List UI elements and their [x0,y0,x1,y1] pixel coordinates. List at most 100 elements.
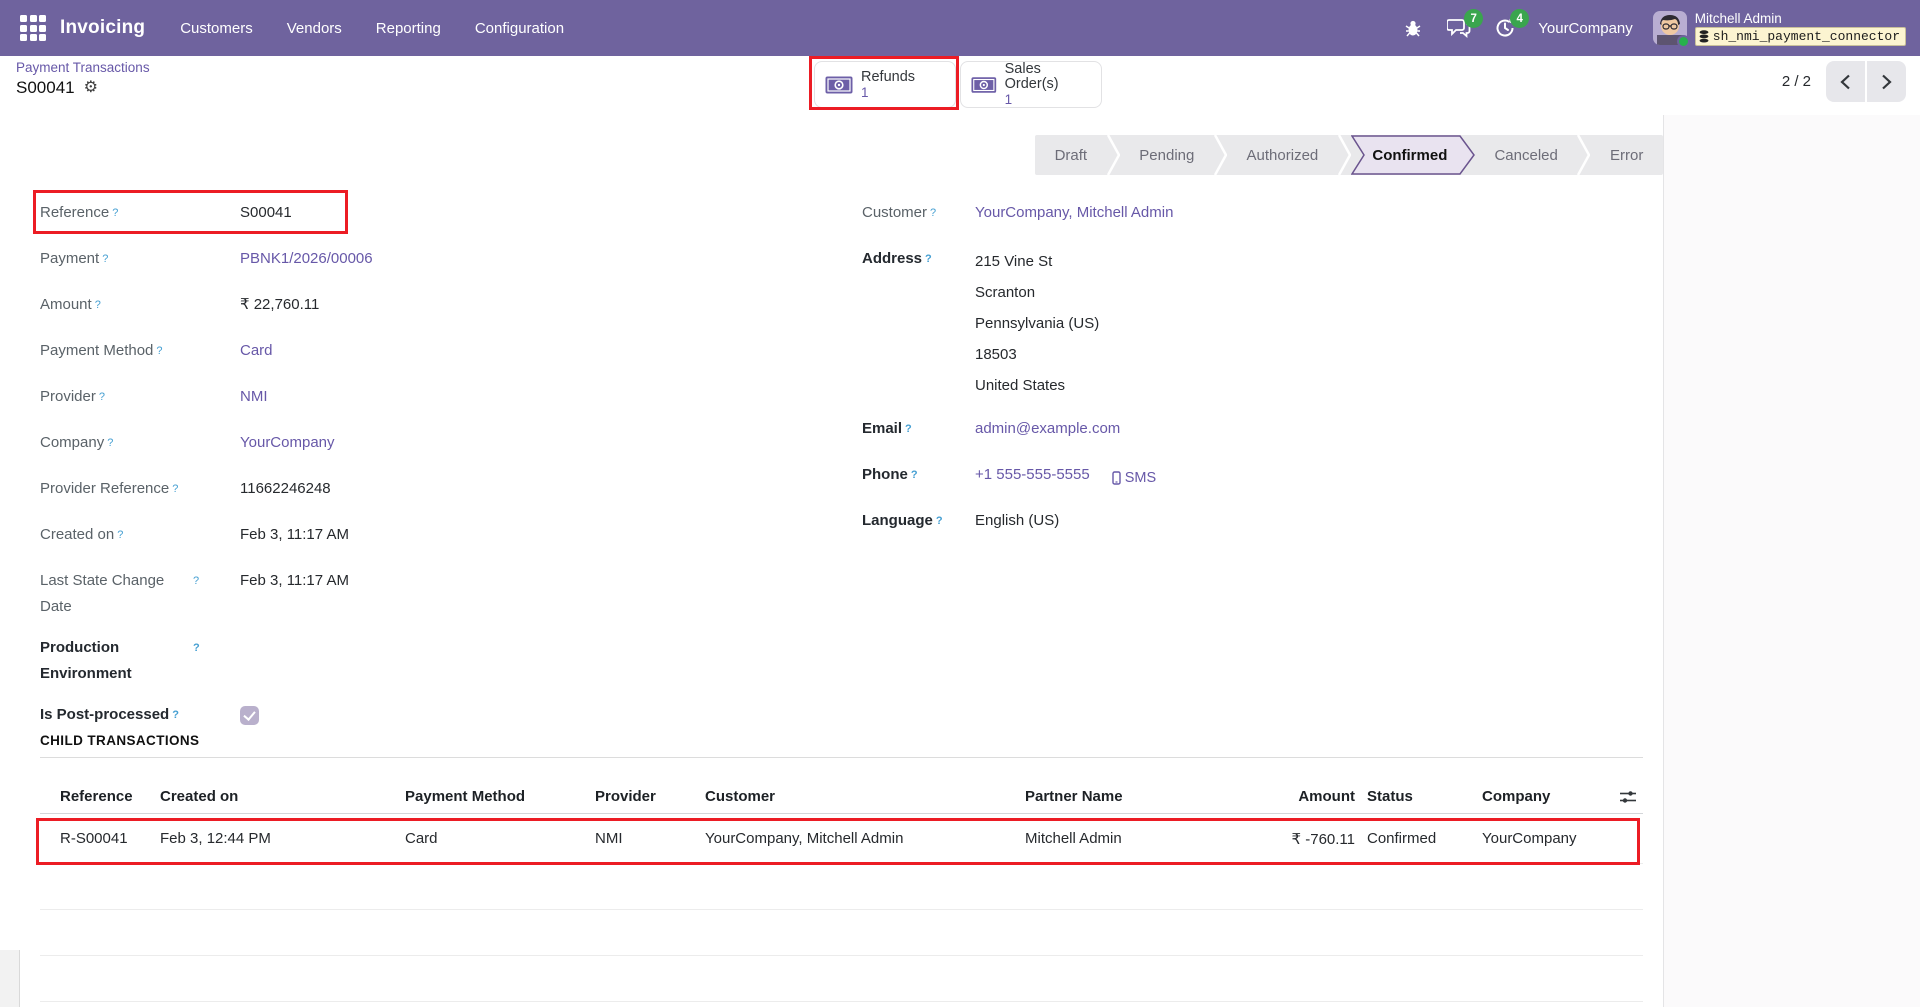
menu-reporting[interactable]: Reporting [363,11,454,46]
chevron-right-icon [1881,74,1892,90]
company-switcher[interactable]: YourCompany [1538,20,1633,37]
chevron-left-icon [1840,74,1851,90]
customer-link[interactable]: YourCompany, Mitchell Admin [975,200,1173,231]
help-icon[interactable]: ? [102,253,108,265]
top-navbar: Invoicing Customers Vendors Reporting Co… [0,0,1920,56]
menu-vendors[interactable]: Vendors [274,11,355,46]
provider-link[interactable]: NMI [240,384,268,415]
email-link[interactable]: admin@example.com [975,416,1120,447]
language-value: English (US) [975,508,1059,539]
cell-company: YourCompany [1470,830,1603,847]
refunds-count: 1 [861,85,915,100]
help-icon[interactable]: ? [99,391,105,403]
online-status-dot [1677,35,1690,48]
company-link[interactable]: YourCompany [240,430,335,461]
step-separator [1338,135,1351,175]
help-icon[interactable]: ? [156,345,162,357]
help-icon[interactable]: ? [95,299,101,311]
field-payment-method: Payment Method? Card [40,338,680,369]
table-row[interactable]: R-S00041 Feb 3, 12:44 PM Card NMI YourCo… [40,814,1643,864]
mobile-phone-icon [1112,471,1121,485]
database-name: sh_nmi_payment_connector [1713,29,1900,44]
header-reference[interactable]: Reference [40,788,160,805]
breadcrumb-parent-link[interactable]: Payment Transactions [16,60,150,75]
stat-button-area: Refunds 1 Sales Order(s) 1 [814,61,1102,108]
sales-orders-stat-button[interactable]: Sales Order(s) 1 [960,61,1102,108]
field-amount: Amount? ₹ 22,760.11 [40,292,680,323]
status-step-canceled[interactable]: Canceled [1475,135,1578,175]
help-icon[interactable]: ? [911,469,918,481]
cell-payment-method: Card [405,830,595,847]
header-created-on[interactable]: Created on [160,788,405,805]
header-amount[interactable]: Amount [1235,788,1355,805]
cell-created-on: Feb 3, 12:44 PM [160,830,405,847]
field-label: Email [862,416,902,442]
user-meta: Mitchell Admin sh_nmi_payment_connector [1695,11,1906,46]
header-status[interactable]: Status [1355,788,1470,805]
status-step-authorized[interactable]: Authorized [1227,135,1338,175]
help-icon[interactable]: ? [193,575,199,587]
activities-menu[interactable]: 4 [1492,15,1518,41]
field-label: Phone [862,462,908,488]
payment-method-link[interactable]: Card [240,338,273,369]
messages-menu[interactable]: 7 [1446,15,1472,41]
header-customer[interactable]: Customer [705,788,1025,805]
app-name[interactable]: Invoicing [60,17,145,39]
field-label: Is Post-processed [40,702,169,728]
help-icon[interactable]: ? [193,642,200,654]
payment-link[interactable]: PBNK1/2026/00006 [240,246,373,277]
field-label: Payment [40,246,99,272]
debug-bug-icon[interactable] [1400,15,1426,41]
status-pipeline: Draft Pending Authorized Confirmed Cance… [1035,135,1663,175]
help-icon[interactable]: ? [172,709,179,721]
status-step-error[interactable]: Error [1590,135,1663,175]
refunds-stat-button[interactable]: Refunds 1 [814,61,956,108]
header-company[interactable]: Company [1470,788,1603,805]
help-icon[interactable]: ? [117,529,123,541]
child-transactions-heading: CHILD TRANSACTIONS [40,733,1643,758]
status-step-pending[interactable]: Pending [1120,135,1214,175]
sms-button[interactable]: SMS [1112,462,1156,493]
table-header-row: Reference Created on Payment Method Prov… [40,780,1643,814]
help-icon[interactable]: ? [930,207,936,219]
amount-value: ₹ 22,760.11 [240,292,319,323]
gear-icon[interactable]: ⚙ [84,80,98,96]
cell-reference: R-S00041 [40,830,160,847]
invoicing-app-window: Invoicing Customers Vendors Reporting Co… [0,0,1920,1007]
column-options-button[interactable] [1603,789,1643,805]
pager-previous-button[interactable] [1826,61,1865,102]
pager-next-button[interactable] [1867,61,1906,102]
status-step-draft[interactable]: Draft [1035,135,1107,175]
help-icon[interactable]: ? [905,423,912,435]
step-separator [1214,135,1227,175]
avatar-wrap [1653,11,1687,45]
menu-customers[interactable]: Customers [167,11,266,46]
address-country: United States [975,370,1099,401]
user-menu[interactable]: Mitchell Admin sh_nmi_payment_connector [1653,11,1906,46]
help-icon[interactable]: ? [925,253,932,265]
help-icon[interactable]: ? [936,515,943,527]
help-icon[interactable]: ? [107,437,113,449]
field-label: Language [862,508,933,534]
apps-grid-icon[interactable] [14,9,52,47]
column-options-icon [1619,789,1637,805]
header-provider[interactable]: Provider [595,788,705,805]
menu-configuration[interactable]: Configuration [462,11,577,46]
refunds-label: Refunds [861,70,915,85]
systray: 7 4 YourCompany [1400,11,1920,46]
cell-customer: YourCompany, Mitchell Admin [705,830,1025,847]
field-label: Production Environment [40,635,190,687]
help-icon[interactable]: ? [172,483,178,495]
navbar-left: Invoicing Customers Vendors Reporting Co… [0,9,577,47]
field-label: Payment Method [40,338,153,364]
header-payment-method[interactable]: Payment Method [405,788,595,805]
address-state: Pennsylvania (US) [975,308,1099,339]
field-label: Reference [40,200,109,226]
status-step-confirmed-active[interactable]: Confirmed [1351,135,1475,175]
help-icon[interactable]: ? [112,207,118,219]
is-post-processed-checkbox[interactable] [240,706,259,725]
header-partner-name[interactable]: Partner Name [1025,788,1235,805]
field-customer: Customer? YourCompany, Mitchell Admin [862,200,1562,231]
phone-link[interactable]: +1 555-555-5555 [975,462,1090,493]
field-provider-reference: Provider Reference? 11662246248 [40,476,680,507]
